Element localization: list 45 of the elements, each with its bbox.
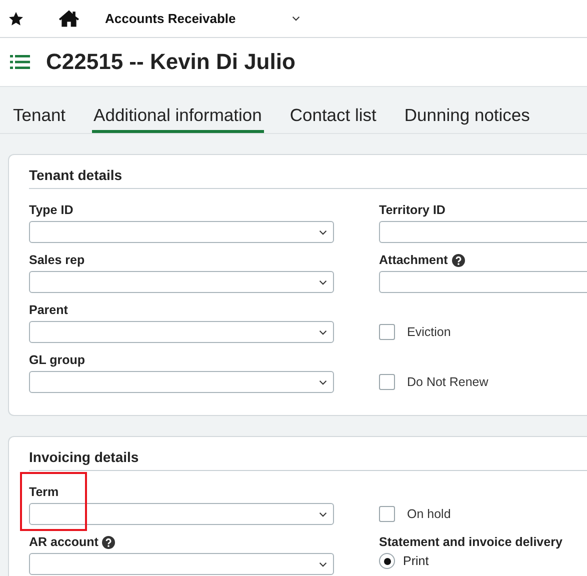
select-field[interactable] xyxy=(29,503,334,525)
help-icon[interactable] xyxy=(452,254,465,266)
input-field[interactable] xyxy=(379,221,587,243)
checkbox-label: Do Not Renew xyxy=(407,375,488,389)
checkbox[interactable] xyxy=(379,374,395,390)
checkbox[interactable] xyxy=(379,506,395,522)
checkbox-label: Eviction xyxy=(407,325,451,339)
tab[interactable]: Contact list xyxy=(290,105,376,133)
section-title: Tenant details xyxy=(29,167,587,189)
select-field[interactable] xyxy=(29,553,334,575)
select-field[interactable] xyxy=(29,271,334,293)
chevron-down-icon xyxy=(292,16,300,21)
select-field[interactable] xyxy=(29,221,334,243)
page-title: C22515 -- Kevin Di Julio xyxy=(46,49,296,75)
tab[interactable]: Tenant xyxy=(13,105,66,133)
field-label: Parent xyxy=(29,303,68,317)
field-label: AR account xyxy=(29,535,98,549)
chevron-down-icon xyxy=(319,380,327,384)
tab[interactable]: Additional information xyxy=(92,105,264,133)
input-field[interactable] xyxy=(379,271,587,293)
field-label: Territory ID xyxy=(379,203,446,217)
chevron-down-icon xyxy=(319,280,327,284)
field-label: Term xyxy=(29,485,59,499)
checkbox-label: On hold xyxy=(407,507,451,521)
field-label: Statement and invoice delivery xyxy=(379,535,562,549)
star-icon[interactable] xyxy=(8,10,24,26)
field-label: Attachment xyxy=(379,253,448,267)
field-label: Type ID xyxy=(29,203,74,217)
section-title: Invoicing details xyxy=(29,449,587,471)
home-icon[interactable] xyxy=(58,9,80,28)
field-label: Sales rep xyxy=(29,253,85,267)
radio-label: Print xyxy=(403,554,429,568)
select-field[interactable] xyxy=(29,321,334,343)
radio-button[interactable] xyxy=(379,553,395,569)
select-field[interactable] xyxy=(29,371,334,393)
field-label: GL group xyxy=(29,353,86,367)
module-dropdown[interactable]: Accounts Receivable xyxy=(105,11,300,26)
chevron-down-icon xyxy=(319,230,327,234)
checkbox[interactable] xyxy=(379,324,395,340)
help-icon[interactable] xyxy=(102,536,116,548)
chevron-down-icon xyxy=(319,512,327,516)
list-icon[interactable] xyxy=(10,54,30,70)
chevron-down-icon xyxy=(319,562,327,566)
chevron-down-icon xyxy=(319,330,327,334)
tab[interactable]: Dunning notices xyxy=(404,105,530,133)
